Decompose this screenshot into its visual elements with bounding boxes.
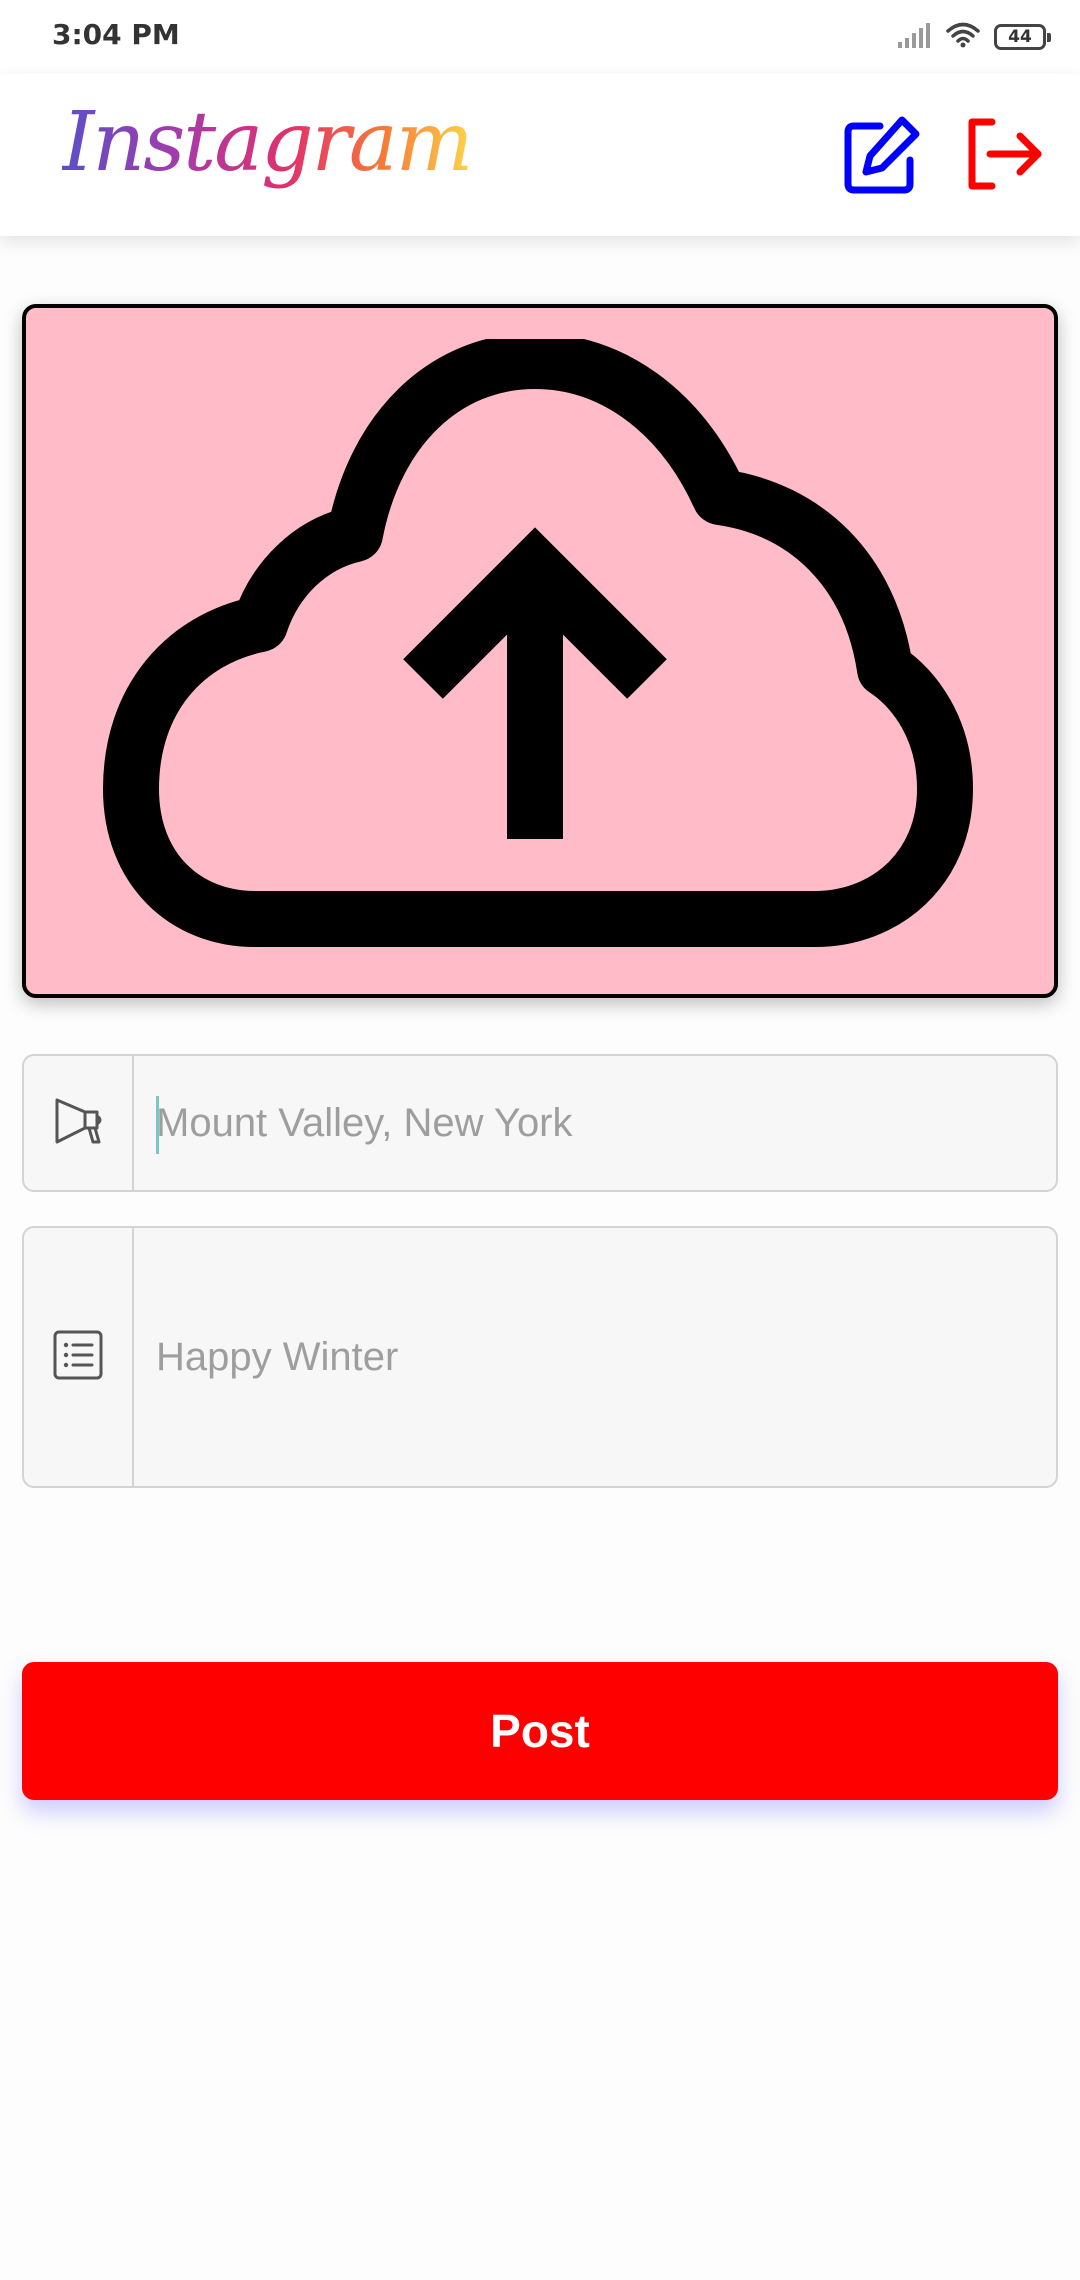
cloud-upload-icon	[85, 332, 995, 964]
signal-icon	[898, 22, 932, 53]
wifi-icon	[946, 22, 980, 53]
logout-icon	[962, 112, 1046, 201]
caption-field-icon-cell	[24, 1228, 134, 1486]
battery-icon: 44	[994, 24, 1051, 50]
status-time: 3:04 PM	[52, 18, 180, 51]
location-field-icon-cell	[24, 1056, 134, 1190]
logout-button[interactable]	[960, 112, 1048, 200]
text-cursor	[156, 1096, 159, 1154]
list-icon	[52, 1329, 104, 1386]
edit-icon	[838, 112, 922, 201]
status-icons: 44	[898, 20, 1051, 54]
app-bar: Instagram	[0, 74, 1080, 236]
megaphone-icon	[51, 1096, 105, 1151]
post-button[interactable]: Post	[22, 1662, 1058, 1800]
caption-input[interactable]	[134, 1228, 1056, 1486]
location-field	[22, 1054, 1058, 1192]
instagram-logo: Instagram	[62, 94, 473, 192]
edit-button[interactable]	[836, 112, 924, 200]
location-input[interactable]	[134, 1056, 1056, 1190]
status-bar: 3:04 PM 44	[0, 0, 1080, 74]
image-upload-area[interactable]	[22, 304, 1058, 998]
caption-field	[22, 1226, 1058, 1488]
